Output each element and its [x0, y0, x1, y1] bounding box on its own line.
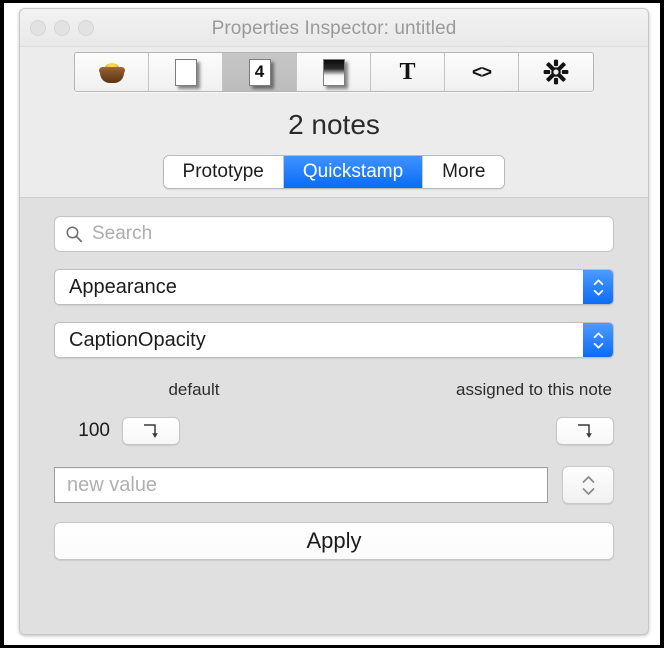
toolbar-item-settings[interactable]: [519, 53, 593, 91]
toolbar-item-gradient[interactable]: [297, 53, 371, 91]
value-row: 100: [54, 416, 614, 446]
chevron-updown-icon: [583, 323, 613, 357]
copy-assigned-icon: [578, 424, 592, 438]
search-placeholder: Search: [92, 223, 153, 244]
category-popup-value: Appearance: [69, 275, 177, 298]
default-column-label: default: [168, 380, 220, 399]
notes-count-heading: 2 notes: [20, 97, 648, 153]
toolbar-item-page-number[interactable]: 4: [223, 53, 297, 91]
tab-quickstamp[interactable]: Quickstamp: [283, 156, 424, 188]
title-bar: Properties Inspector: untitled: [20, 9, 648, 47]
screen: Properties Inspector: untitled 4 T <> 2 …: [0, 0, 664, 648]
new-value-input[interactable]: new value: [54, 467, 548, 503]
toolbar-item-code[interactable]: <>: [445, 53, 519, 91]
tab-bar: Prototype Quickstamp More: [20, 153, 648, 197]
copy-default-icon: [144, 424, 158, 438]
assigned-column-label: assigned to this note: [456, 380, 612, 399]
default-value: 100: [78, 420, 110, 441]
basket-icon: [98, 61, 125, 83]
quickstamp-panel: Search Appearance CaptionOpacity default…: [20, 197, 648, 634]
tab-segmented-control: Prototype Quickstamp More: [162, 155, 506, 189]
search-field[interactable]: Search: [54, 216, 614, 252]
tab-prototype[interactable]: Prototype: [163, 156, 284, 188]
page-number-icon: 4: [248, 58, 271, 86]
toolbar-segmented-control: 4 T <>: [74, 52, 594, 92]
toolbar-item-page[interactable]: [149, 53, 223, 91]
property-popup-button[interactable]: CaptionOpacity: [54, 322, 614, 358]
copy-default-button[interactable]: [122, 417, 180, 445]
new-value-row: new value: [54, 466, 614, 504]
page-icon: [174, 58, 197, 86]
new-value-stepper[interactable]: [562, 466, 614, 504]
category-popup-button[interactable]: Appearance: [54, 269, 614, 305]
properties-inspector-window: Properties Inspector: untitled 4 T <> 2 …: [19, 8, 649, 635]
toolbar-item-text[interactable]: T: [371, 53, 445, 91]
property-popup-value: CaptionOpacity: [69, 328, 206, 351]
toolbar-item-basket[interactable]: [75, 53, 149, 91]
stepper-down-icon: [582, 487, 594, 495]
toolbar: 4 T <>: [20, 47, 648, 97]
chevron-updown-icon: [583, 270, 613, 304]
stepper-up-icon: [582, 475, 594, 483]
tab-more[interactable]: More: [423, 156, 505, 188]
text-icon: T: [399, 59, 416, 85]
window-title: Properties Inspector: untitled: [211, 18, 457, 39]
search-icon: [66, 226, 83, 243]
copy-assigned-button[interactable]: [556, 417, 614, 445]
gear-icon: [543, 59, 569, 85]
code-icon: <>: [471, 61, 492, 82]
new-value-placeholder: new value: [67, 473, 158, 496]
apply-button[interactable]: Apply: [54, 522, 614, 560]
gradient-page-icon: [322, 58, 345, 86]
column-headers: default assigned to this note: [54, 380, 614, 400]
